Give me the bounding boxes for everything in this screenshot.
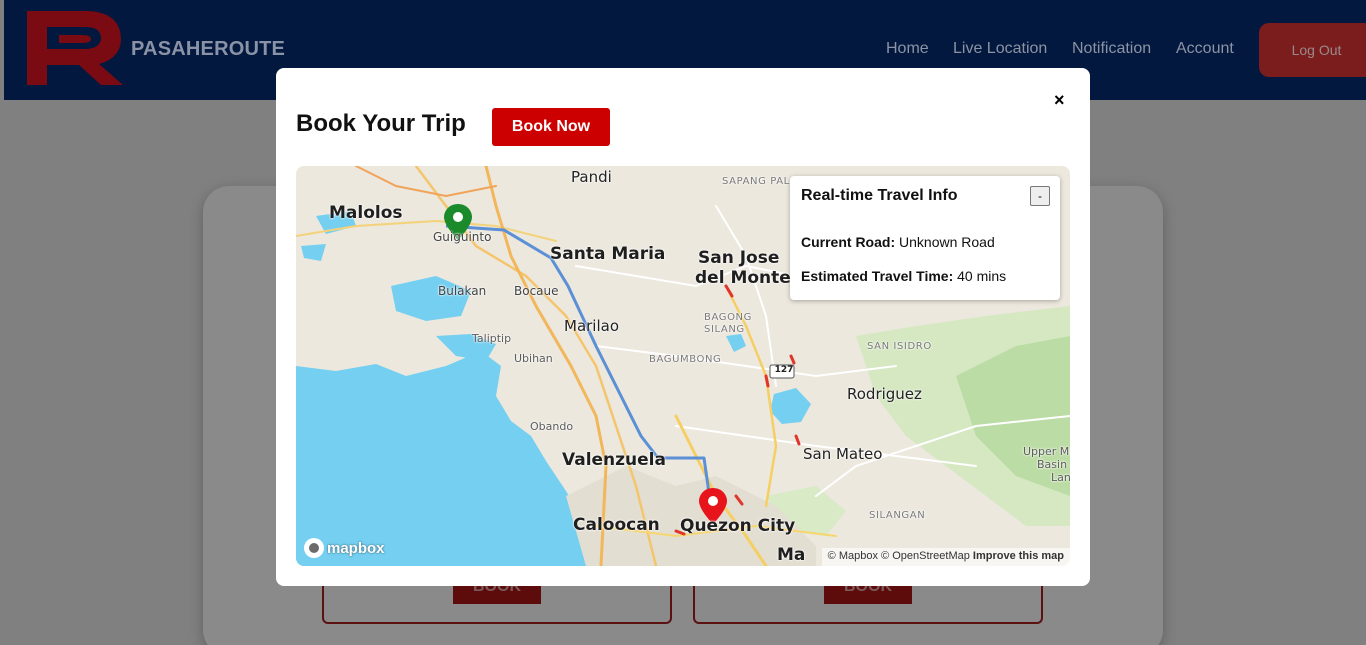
route-shield-label: 127 [774,365,794,375]
attribution-osm-link[interactable]: © OpenStreetMap [881,550,970,562]
reservoir [770,388,811,424]
place-label: Taliptip [472,332,512,345]
place-label: Basin I [1037,458,1070,471]
place-label: Valenzuela [562,450,666,470]
current-road-value: Unknown Road [899,234,995,250]
place-label: San Mateo [803,445,883,463]
current-road-label: Current Road: [801,234,896,250]
route-map[interactable]: Pandi SAPANG PALAY Malolos Guiguinto San… [296,166,1070,566]
nav-notification[interactable]: Notification [1072,40,1151,58]
place-label: Upper Ma [1023,445,1070,458]
attribution-mapbox-link[interactable]: © Mapbox [828,550,878,562]
place-label: SAN ISIDRO [867,341,932,352]
place-label: Bocaue [514,284,559,298]
place-label: Santa Maria [550,244,666,264]
place-label: Ubihan [514,352,553,365]
travel-time-value: 40 mins [957,268,1007,284]
place-label: Ma [777,545,806,565]
place-label: Rodriguez [847,385,922,403]
place-label: del Monte [695,268,791,288]
place-label: SILANGAN [869,510,926,521]
coastal-waters [301,244,326,261]
travel-time-row: Estimated Travel Time: 40 mins [801,268,1006,284]
place-label: San Jose [698,248,780,268]
minimize-button[interactable]: - [1030,186,1050,206]
place-label: SILANG [704,324,745,335]
place-label: Guiguinto [433,230,492,244]
place-label: Lan [1051,471,1070,484]
reservoir [726,334,746,352]
traffic-mark [764,374,770,388]
nav-home[interactable]: Home [886,40,929,58]
book-now-button[interactable]: Book Now [492,108,610,146]
travel-info-title: Real-time Travel Info [801,187,958,204]
place-label: BAGUMBONG [649,354,722,365]
traffic-mark [789,354,796,365]
close-icon[interactable]: × [1054,90,1065,111]
mapbox-wordmark: mapbox [327,539,385,557]
mapbox-logo[interactable]: mapbox [304,538,385,558]
improve-map-link[interactable]: Improve this map [973,550,1064,562]
place-label: Marilao [564,317,620,335]
map-attribution: © Mapbox © OpenStreetMap Improve this ma… [821,548,1070,566]
road [715,205,777,387]
manila-bay [296,351,596,566]
place-label: Malolos [329,203,403,223]
place-label: Obando [530,420,574,433]
brand-name: PASAHEROUTE [131,38,286,60]
mapbox-icon [304,538,324,558]
travel-time-label: Estimated Travel Time: [801,268,954,284]
place-label: BAGONG [704,312,752,323]
logout-button[interactable]: Log Out [1259,23,1366,77]
nav-account[interactable]: Account [1176,40,1234,58]
coastal-waters [391,276,471,321]
place-label: Pandi [571,168,612,186]
pasaheroute-logo [27,11,123,85]
current-road-row: Current Road: Unknown Road [801,234,995,250]
nav-live-location[interactable]: Live Location [953,40,1047,58]
book-trip-modal: Book Your Trip Book Now × Pandi SAPANG P… [276,68,1090,586]
modal-title: Book Your Trip [296,110,466,137]
place-label: Caloocan [573,515,660,535]
road [595,345,897,378]
travel-info-panel: Real-time Travel Info - Current Road: Un… [790,176,1060,300]
place-label: Quezon City [680,516,796,536]
place-label: Bulakan [438,284,487,298]
